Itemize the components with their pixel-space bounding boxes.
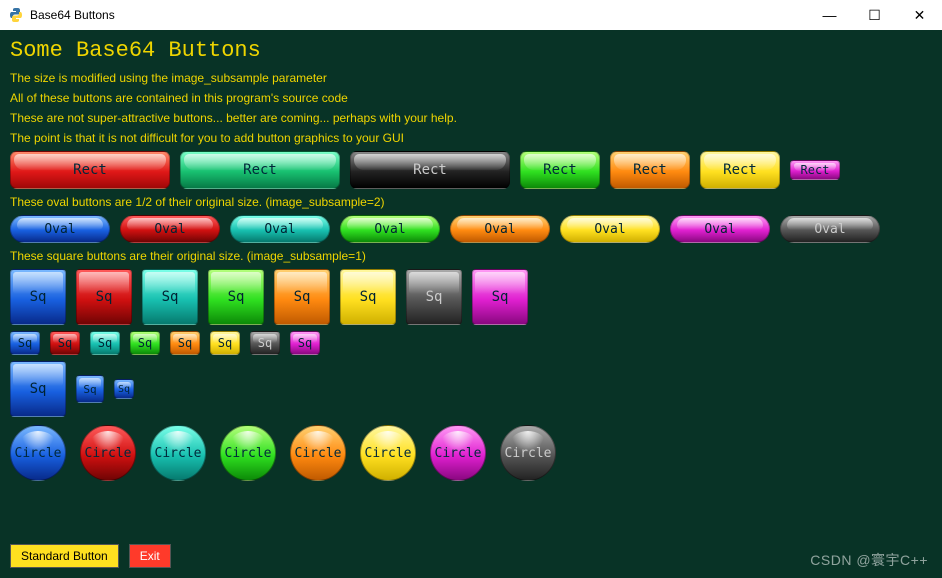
oval-btn[interactable]: Oval [450,215,550,243]
oval-btn[interactable]: Oval [340,215,440,243]
exit-button[interactable]: Exit [129,544,171,568]
rect-btn[interactable]: Rect [10,151,170,189]
sq-btn[interactable]: Sq [472,269,528,325]
desc-line: The size is modified using the image_sub… [10,71,932,85]
sq-btn[interactable]: Sq [10,331,40,355]
circle-btn[interactable]: Circle [360,425,416,481]
sq-btn[interactable]: Sq [114,379,134,399]
circle-btn[interactable]: Circle [500,425,556,481]
python-icon [8,7,24,23]
sq-btn[interactable]: Sq [208,269,264,325]
rect-btn[interactable]: Rect [520,151,600,189]
sq-btn[interactable]: Sq [76,375,104,403]
rect-btn[interactable]: Rect [350,151,510,189]
oval-btn[interactable]: Oval [560,215,660,243]
sq-btn[interactable]: Sq [290,331,320,355]
circle-btn[interactable]: Circle [290,425,346,481]
titlebar: Base64 Buttons — ☐ ✕ [0,0,942,30]
rect-btn[interactable]: Rect [790,160,840,180]
square-caption: These square buttons are their original … [10,249,932,263]
standard-button[interactable]: Standard Button [10,544,119,568]
sq-btn[interactable]: Sq [10,361,66,417]
oval-btn[interactable]: Oval [230,215,330,243]
sq-btn[interactable]: Sq [340,269,396,325]
square-button-row-1: SqSqSqSqSqSqSqSq [10,269,932,325]
desc-line: These are not super-attractive buttons..… [10,111,932,125]
rect-btn[interactable]: Rect [610,151,690,189]
sq-btn[interactable]: Sq [130,331,160,355]
bottom-button-row: Standard Button Exit [10,544,171,568]
client-area: Some Base64 Buttons The size is modified… [0,30,942,578]
sq-btn[interactable]: Sq [210,331,240,355]
oval-button-row: Oval Oval Oval Oval Oval Oval Oval Oval [10,215,932,243]
page-title: Some Base64 Buttons [10,38,932,63]
circle-btn[interactable]: Circle [10,425,66,481]
circle-button-row: CircleCircleCircleCircleCircleCircleCirc… [10,425,932,481]
oval-btn[interactable]: Oval [670,215,770,243]
oval-btn[interactable]: Oval [10,215,110,243]
sq-btn[interactable]: Sq [170,331,200,355]
sq-btn[interactable]: Sq [142,269,198,325]
sq-btn[interactable]: Sq [76,269,132,325]
rect-btn[interactable]: Rect [700,151,780,189]
maximize-button[interactable]: ☐ [852,0,897,30]
square-button-row-3: Sq Sq Sq [10,361,932,417]
circle-btn[interactable]: Circle [220,425,276,481]
window-title: Base64 Buttons [30,8,115,22]
sq-btn[interactable]: Sq [274,269,330,325]
circle-btn[interactable]: Circle [80,425,136,481]
oval-btn[interactable]: Oval [120,215,220,243]
rect-button-row: Rect Rect Rect Rect Rect Rect Rect [10,151,932,189]
desc-line: All of these buttons are contained in th… [10,91,932,105]
sq-btn[interactable]: Sq [50,331,80,355]
oval-caption: These oval buttons are 1/2 of their orig… [10,195,932,209]
close-button[interactable]: ✕ [897,0,942,30]
sq-btn[interactable]: Sq [90,331,120,355]
minimize-button[interactable]: — [807,0,852,30]
sq-btn[interactable]: Sq [250,331,280,355]
desc-line: The point is that it is not difficult fo… [10,131,932,145]
rect-btn[interactable]: Rect [180,151,340,189]
oval-btn[interactable]: Oval [780,215,880,243]
circle-btn[interactable]: Circle [150,425,206,481]
square-button-row-2: Sq Sq Sq Sq Sq Sq Sq Sq [10,331,932,355]
watermark: CSDN @寰宇C++ [810,550,928,570]
circle-btn[interactable]: Circle [430,425,486,481]
sq-btn[interactable]: Sq [10,269,66,325]
sq-btn[interactable]: Sq [406,269,462,325]
